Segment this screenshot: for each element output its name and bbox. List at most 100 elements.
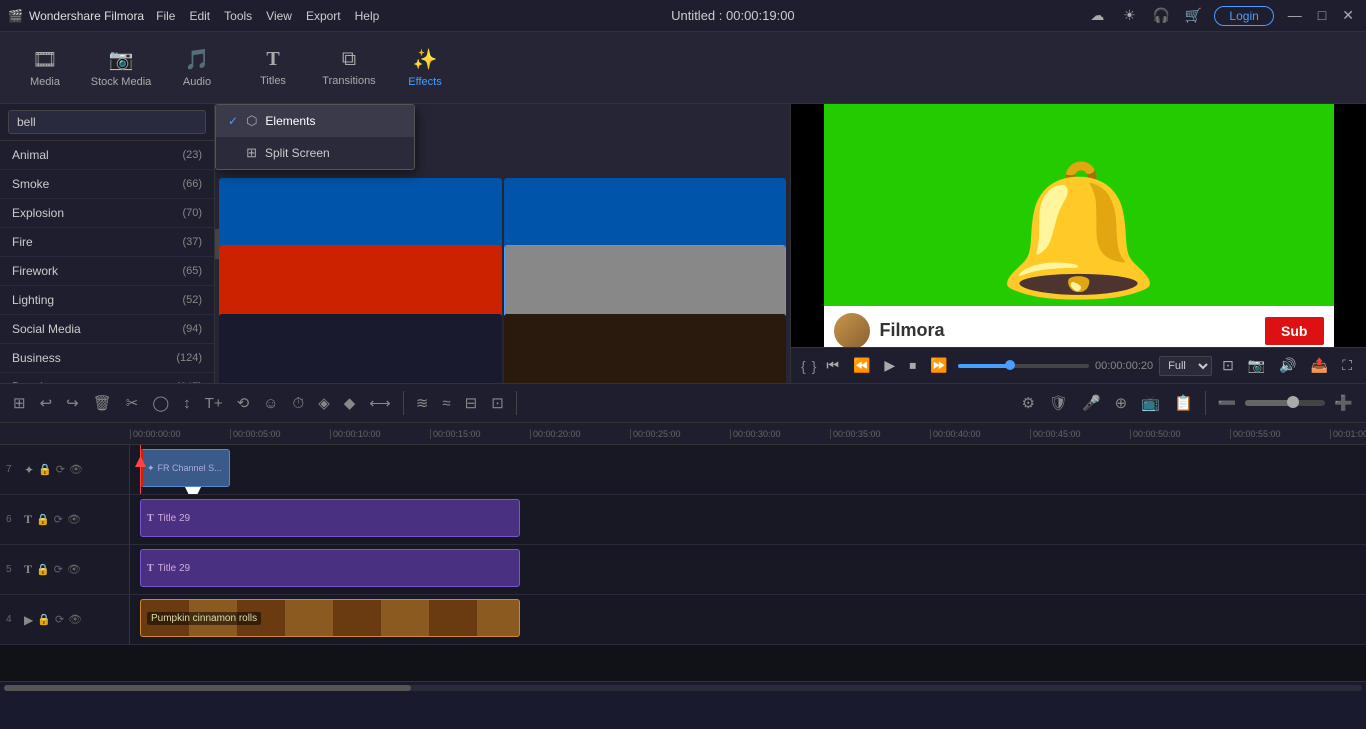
emoji-button[interactable]: ☺ — [258, 393, 283, 414]
tool-effects[interactable]: ✨ Effects — [390, 36, 460, 100]
diamond-button[interactable]: ◈ — [313, 392, 335, 414]
clip-title29-1-icon: T — [147, 513, 154, 524]
subscribe-button: Sub — [1265, 317, 1323, 345]
layout-button[interactable]: ⊞ — [8, 392, 31, 414]
play-button[interactable]: ▶ — [880, 355, 899, 376]
category-explosion[interactable]: Explosion (70) — [0, 199, 214, 228]
wave-button[interactable]: ≈ — [437, 393, 455, 414]
track-5-eye[interactable]: 👁 — [67, 563, 81, 576]
tool-stock-media[interactable]: 📷 Stock Media — [86, 36, 156, 100]
clip-pumpkin[interactable]: Pumpkin cinnamon rolls — [140, 599, 520, 637]
track-7-lock[interactable]: 🔒 — [38, 463, 52, 476]
fit-button[interactable]: ⊡ — [1218, 355, 1238, 376]
grid-button[interactable]: ⊟ — [460, 392, 483, 414]
clip-fr-channel[interactable]: ✦ FR Channel S... — [140, 449, 230, 487]
copy-button[interactable]: 📋 — [1169, 392, 1198, 414]
step-back-button[interactable]: ⏮ — [822, 355, 843, 376]
rotate-button[interactable]: ⟲ — [232, 392, 255, 414]
dropdown-elements[interactable]: ✓ ⬡ Elements — [216, 105, 414, 137]
media-thumb-placeholder1 — [219, 314, 502, 383]
audio-button[interactable]: 🔊 — [1275, 355, 1300, 376]
cut-button[interactable]: ✂ — [121, 392, 144, 414]
category-social-media[interactable]: Social Media (94) — [0, 315, 214, 344]
dropdown-split-screen[interactable]: ✓ ⊞ Split Screen — [216, 137, 414, 169]
login-button[interactable]: Login — [1214, 6, 1273, 26]
zoom-out-button[interactable]: ➖ — [1213, 392, 1242, 414]
text-button[interactable]: T+ — [200, 393, 228, 414]
close-button[interactable]: ✕ — [1338, 7, 1358, 24]
snapshot-button[interactable]: 📷 — [1244, 355, 1269, 376]
playback-filled — [958, 364, 1011, 368]
cloud-icon[interactable]: ☁ — [1086, 5, 1108, 27]
track-6-lock[interactable]: 🔒 — [36, 513, 50, 526]
tool-titles[interactable]: T Titles — [238, 36, 308, 100]
search-input[interactable] — [8, 110, 206, 134]
prev-frame-button[interactable]: ⏪ — [849, 355, 874, 376]
playback-progress[interactable] — [958, 364, 1089, 368]
headphone-icon[interactable]: 🎧 — [1150, 5, 1172, 27]
menu-export[interactable]: Export — [306, 9, 341, 23]
clip-title29-1[interactable]: T Title 29 — [140, 499, 520, 537]
fullscreen-button[interactable]: ⛶ — [1338, 355, 1356, 376]
track-4-lock[interactable]: 🔒 — [37, 613, 51, 626]
menu-file[interactable]: File — [156, 9, 175, 23]
track-4-eye[interactable]: 👁 — [68, 613, 82, 626]
track-4-refresh[interactable]: ⟳ — [55, 613, 64, 626]
track-5-refresh[interactable]: ⟳ — [54, 563, 63, 576]
category-fire[interactable]: Fire (37) — [0, 228, 214, 257]
menu-view[interactable]: View — [266, 9, 292, 23]
settings-button[interactable]: ⚙ — [1016, 392, 1039, 414]
stretch-button[interactable]: ⟷ — [364, 392, 396, 414]
toolbar: 🎞 Media 📷 Stock Media 🎵 Audio T Titles ⧉… — [0, 32, 1366, 104]
mic-button[interactable]: 🎤 — [1077, 392, 1106, 414]
clip-title29-2[interactable]: T Title 29 — [140, 549, 520, 587]
cart-icon[interactable]: 🛒 — [1182, 5, 1204, 27]
subscribe-bar: Filmora Sub — [824, 306, 1334, 348]
track-5-lock[interactable]: 🔒 — [36, 563, 50, 576]
menu-tools[interactable]: Tools — [224, 9, 252, 23]
ruler-ticks: 00:00:00:00 00:00:05:00 00:00:10:00 00:0… — [130, 429, 1366, 439]
media-item-placeholder2[interactable] — [504, 314, 787, 383]
timeline-scroll-inner[interactable] — [4, 685, 1362, 691]
menu-help[interactable]: Help — [355, 9, 380, 23]
snap-button[interactable]: ⊡ — [486, 392, 509, 414]
category-animal[interactable]: Animal (23) — [0, 141, 214, 170]
track-6-eye[interactable]: 👁 — [67, 513, 81, 526]
project-title: Untitled : 00:00:19:00 — [671, 8, 795, 23]
undo-button[interactable]: ↩ — [35, 392, 58, 414]
export-frame-button[interactable]: 📤 — [1307, 355, 1332, 376]
zoom-in-button[interactable]: ➕ — [1329, 392, 1358, 414]
track-7-eye[interactable]: 👁 — [69, 463, 83, 476]
tool-transitions[interactable]: ⧉ Transitions — [314, 36, 384, 100]
redo-button[interactable]: ↪ — [61, 392, 84, 414]
media-item-placeholder1[interactable] — [219, 314, 502, 383]
maximize-button[interactable]: □ — [1314, 7, 1330, 24]
split-button[interactable]: ↕ — [178, 393, 196, 414]
delete-button[interactable]: 🗑 — [88, 392, 117, 414]
tool-media[interactable]: 🎞 Media — [10, 36, 80, 100]
timer-button[interactable]: ⏱ — [288, 393, 310, 414]
stop-button[interactable]: ⏹ — [905, 355, 920, 376]
zoom-select[interactable]: Full75%50% — [1159, 356, 1212, 376]
circle-button[interactable]: ◯ — [147, 392, 174, 414]
category-lighting[interactable]: Lighting (52) — [0, 286, 214, 315]
category-business[interactable]: Business (124) — [0, 344, 214, 373]
track-6-refresh[interactable]: ⟳ — [54, 513, 63, 526]
zoom-slider-handle[interactable] — [1287, 396, 1299, 408]
category-dancing[interactable]: Dancing (647) — [0, 373, 214, 383]
minimize-button[interactable]: — — [1284, 7, 1306, 24]
monitor-button[interactable]: 📺 — [1136, 392, 1165, 414]
add-button[interactable]: ⊕ — [1110, 392, 1133, 414]
tool-audio[interactable]: 🎵 Audio — [162, 36, 232, 100]
mask-button[interactable]: ◆ — [339, 392, 361, 414]
next-frame-button[interactable]: ⏩ — [926, 355, 951, 376]
category-firework[interactable]: Firework (65) — [0, 257, 214, 286]
shield-button[interactable]: 🛡 — [1044, 392, 1073, 414]
zoom-slider[interactable] — [1245, 400, 1325, 406]
category-smoke[interactable]: Smoke (66) — [0, 170, 214, 199]
track-4-icon: ▶ — [24, 613, 33, 627]
ripple-button[interactable]: ≋ — [411, 392, 434, 414]
menu-edit[interactable]: Edit — [189, 9, 210, 23]
track-7-refresh[interactable]: ⟳ — [56, 463, 65, 476]
sun-icon[interactable]: ☀ — [1118, 5, 1140, 27]
